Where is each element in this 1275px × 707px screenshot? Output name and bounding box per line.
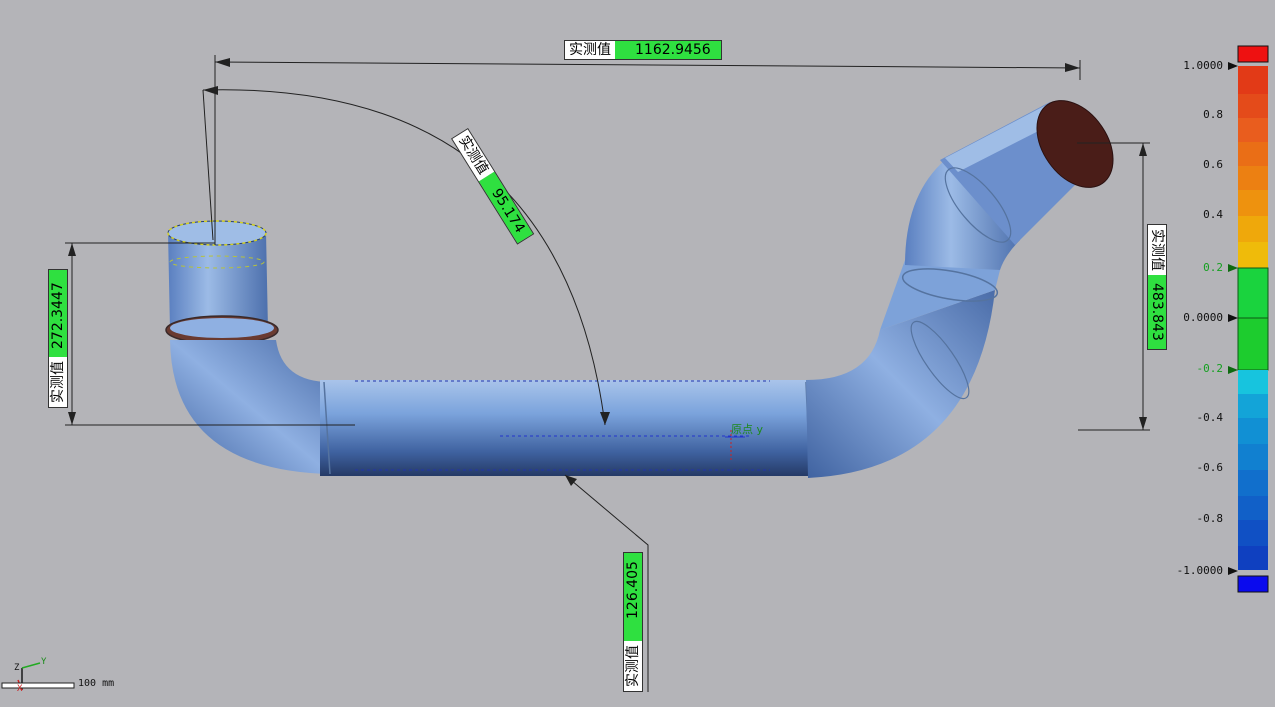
scale-tick: -1.0000: [1176, 564, 1223, 577]
pipe-left-elbow: [170, 340, 330, 474]
measurement-width-label[interactable]: 实测值 1162.9456: [564, 40, 722, 60]
measurement-value: 483.843: [1148, 275, 1166, 349]
axis-x-label: X: [17, 684, 23, 694]
scale-tick: 0.4: [1203, 208, 1223, 221]
measurement-bottom-label[interactable]: 实测值 126.405: [623, 552, 643, 692]
origin-label: 原点 y: [731, 423, 764, 436]
scale-tick-tolerance-lower: -0.2: [1196, 362, 1224, 375]
axis-y-label: Y: [41, 657, 47, 667]
3d-viewport[interactable]: 实测值 1162.9456 实测值 95.174 实测值 272.3447 实测…: [0, 0, 1275, 707]
scale-tick: 0.8: [1203, 108, 1223, 121]
scale-tick-tolerance-upper: 0.2: [1203, 261, 1223, 274]
scale-tick-zero: 0.0000: [1183, 311, 1223, 324]
measurement-key: 实测值: [49, 357, 67, 407]
measurement-key: 实测值: [624, 641, 642, 691]
measurement-value: 126.405: [624, 553, 642, 641]
measurement-value: 1162.9456: [615, 41, 721, 59]
measurement-left-height-label[interactable]: 实测值 272.3447: [48, 269, 68, 408]
scale-bar-label: 100 mm: [78, 678, 115, 689]
measurement-value: 272.3447: [49, 270, 67, 357]
deviation-color-scale: [1228, 45, 1269, 593]
scale-tick: -0.8: [1196, 512, 1224, 525]
measurement-key: 实测值: [1148, 225, 1166, 275]
axis-z-label: Z: [14, 663, 20, 673]
measurement-right-height-label[interactable]: 实测值 483.843: [1147, 224, 1167, 350]
measurement-key: 实测值: [565, 41, 615, 59]
scale-tick: 1.0000: [1183, 59, 1223, 72]
scale-tick: -0.6: [1196, 461, 1224, 474]
scale-tick: -0.4: [1196, 411, 1224, 424]
scale-bar: [1, 682, 75, 689]
scale-tick: 0.6: [1203, 158, 1223, 171]
